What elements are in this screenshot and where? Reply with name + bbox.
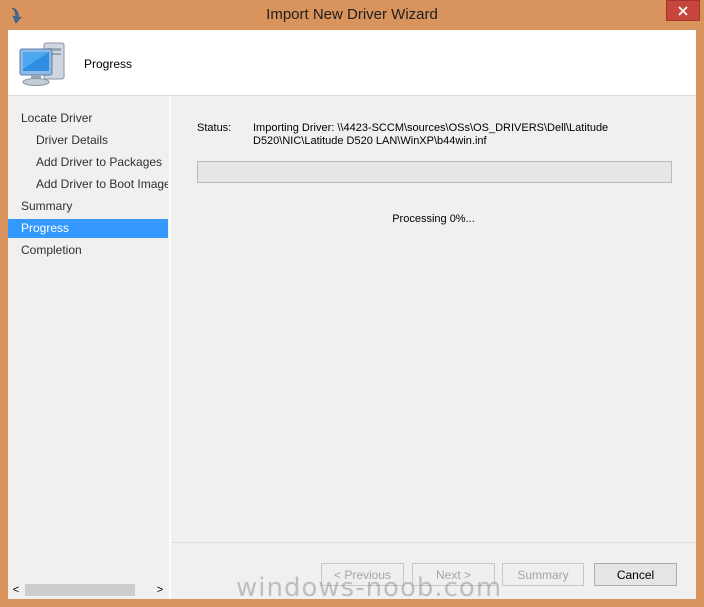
nav-step-completion[interactable]: Completion xyxy=(8,241,181,260)
button-row-separator xyxy=(171,542,696,543)
cancel-button[interactable]: Cancel xyxy=(594,563,677,586)
scroll-left-arrow-icon[interactable]: < xyxy=(8,581,24,599)
summary-button[interactable]: Summary xyxy=(502,563,584,586)
page-title: Progress xyxy=(84,57,133,71)
close-button[interactable] xyxy=(666,0,700,21)
window-title: Import New Driver Wizard xyxy=(266,6,438,23)
nav-step-progress[interactable]: Progress xyxy=(8,219,168,238)
scrollbar-thumb[interactable] xyxy=(25,584,135,596)
computer-icon xyxy=(19,42,65,86)
watermark-text: windows-noob.com xyxy=(236,573,503,603)
close-icon xyxy=(678,5,688,16)
nav-step-add-driver-to-packages[interactable]: Add Driver to Packages xyxy=(8,153,196,172)
nav-step-add-driver-to-boot-images[interactable]: Add Driver to Boot Images xyxy=(8,175,168,194)
status-text: Importing Driver: \\4423-SCCM\sources\OS… xyxy=(253,122,609,147)
nav-step-locate-driver[interactable]: Locate Driver xyxy=(8,109,181,128)
title-bar[interactable]: Import New Driver Wizard xyxy=(0,0,704,30)
progress-bar xyxy=(197,161,672,183)
processing-text: Processing 0%... xyxy=(392,213,475,225)
wizard-window: Import New Driver Wizard Progress Locate… xyxy=(0,0,704,607)
wizard-client-area: Progress Locate Driver Driver Details Ad… xyxy=(8,30,696,599)
scroll-right-arrow-icon[interactable]: > xyxy=(152,581,168,599)
nav-step-summary[interactable]: Summary xyxy=(8,197,181,216)
nav-step-driver-details[interactable]: Driver Details xyxy=(8,131,196,150)
wizard-header: Progress xyxy=(8,30,696,96)
nav-horizontal-scrollbar[interactable]: < > xyxy=(8,581,168,599)
status-label: Status: xyxy=(197,122,232,134)
wizard-steps-nav: Locate Driver Driver Details Add Driver … xyxy=(8,96,168,581)
progress-panel: Status: Importing Driver: \\4423-SCCM\so… xyxy=(171,96,696,541)
